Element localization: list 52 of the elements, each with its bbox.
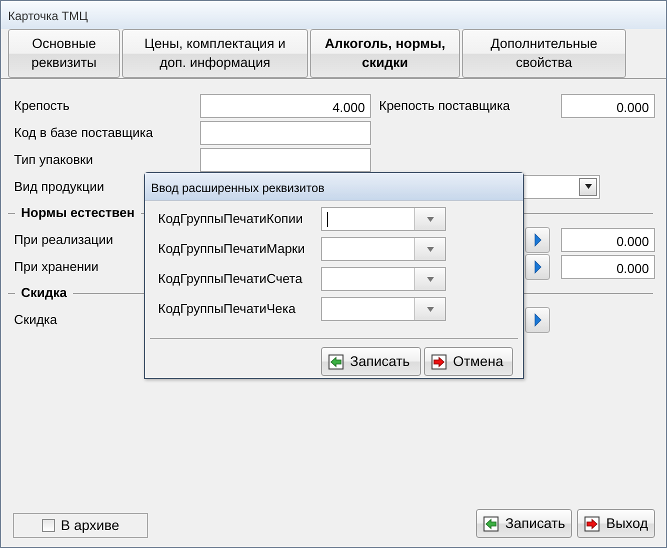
cancel-icon [431,354,447,370]
dialog-title: Ввод расширенных реквизитов [145,173,523,201]
save-button[interactable]: Записать [321,347,421,376]
tab[interactable]: Дополнительные свойства [462,29,626,78]
field-label: При реализации [14,230,114,249]
field-label: Крепость [14,96,70,115]
arrow-button[interactable] [525,254,550,280]
caret-icon [426,306,434,312]
field-label: КодГруппыПечатиСчета [158,270,304,288]
arrow-button[interactable] [525,306,550,332]
input-field[interactable]: 0.000 [561,228,655,252]
checkbox-label: В архиве [60,516,120,535]
field-label: При хранении [14,258,99,276]
field-label: Тип упаковки [14,150,93,169]
field-label: Скидка [14,310,58,329]
caret-icon [584,184,592,189]
input-field[interactable]: 0.000 [561,94,655,118]
dropdown-field[interactable] [321,237,446,261]
input-field[interactable]: 0.000 [561,254,655,278]
window-title: Карточка ТМЦ [1,1,666,29]
dropdown-field[interactable] [321,267,446,291]
arrow-button[interactable] [525,226,550,252]
input-field[interactable] [200,148,371,172]
exit-button[interactable]: Выход [577,509,655,538]
field-label: КодГруппыПечатиМарки [158,240,306,258]
save-button[interactable]: Записать [476,509,572,538]
exit-icon [584,516,600,532]
field-label: Код в базе поставщика [14,124,153,142]
field-label: Вид продукции [14,178,104,196]
input-field[interactable]: 4.000 [200,94,371,118]
save-icon [328,354,344,370]
archive-checkbox[interactable]: В архиве [13,513,148,538]
save-icon [483,516,500,532]
tab[interactable]: Алкоголь, нормы, скидки [310,29,460,78]
caret-icon [426,216,434,222]
play-icon [534,260,542,274]
caret-icon [426,246,434,252]
dropdown-field[interactable] [321,297,446,321]
section-title: Скидка [20,284,68,302]
dropdown-field[interactable] [321,207,446,231]
play-icon [534,232,542,246]
play-icon [534,312,542,326]
tab[interactable]: Цены, комплектация и доп. информация [122,29,308,78]
dropdown-field[interactable] [522,174,600,198]
caret-icon [426,276,434,282]
cancel-button[interactable]: Отмена [424,347,513,376]
input-field[interactable] [200,120,371,144]
tab[interactable]: Основные реквизиты [8,29,120,78]
field-label: КодГруппыПечатиКопии [158,210,304,228]
field-label: Крепость поставщика [379,96,512,115]
section-title: Нормы естествен [20,204,136,222]
field-label: КодГруппыПечатиЧека [158,300,297,318]
